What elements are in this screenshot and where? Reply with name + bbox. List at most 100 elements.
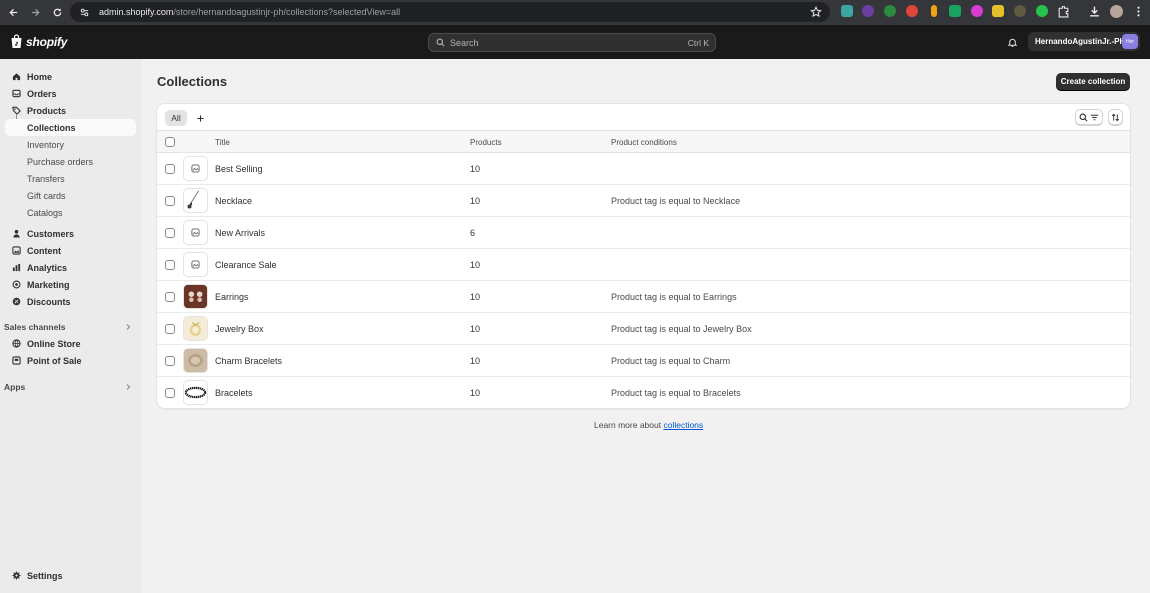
row-checkbox[interactable]	[165, 292, 175, 302]
extension-icon[interactable]	[971, 5, 983, 17]
jewelry-box-image	[184, 317, 207, 340]
page-title: Collections	[157, 74, 228, 89]
column-header-products[interactable]: Products	[470, 138, 502, 147]
account-menu-button[interactable]: HernandoAgustinJr.-PH Her	[1028, 32, 1140, 51]
collection-title[interactable]: Bracelets	[215, 388, 253, 398]
sidebar-item-online-store[interactable]: Online Store	[5, 335, 136, 352]
sidebar-item-collections[interactable]: Collections	[5, 119, 136, 136]
tab-all[interactable]: All	[165, 110, 187, 126]
row-checkbox[interactable]	[165, 260, 175, 270]
profile-avatar-icon[interactable]	[1110, 5, 1123, 18]
sidebar-item-gift-cards[interactable]: Gift cards	[5, 187, 136, 204]
sidebar-item-label: Settings	[27, 571, 63, 581]
select-all-checkbox[interactable]	[165, 137, 175, 147]
extension-icon[interactable]	[1036, 5, 1048, 17]
row-checkbox[interactable]	[165, 356, 175, 366]
table-row[interactable]: Charm Bracelets 10 Product tag is equal …	[157, 345, 1130, 377]
url-text: admin.shopify.com/store/hernandoagustinj…	[99, 7, 401, 17]
row-checkbox[interactable]	[165, 228, 175, 238]
table-row[interactable]: Jewelry Box 10 Product tag is equal to J…	[157, 313, 1130, 345]
collection-thumbnail	[183, 284, 208, 309]
orders-icon	[12, 89, 21, 98]
sort-button[interactable]	[1108, 109, 1123, 125]
table-row[interactable]: Necklace 10 Product tag is equal to Neck…	[157, 185, 1130, 217]
collection-title[interactable]: Earrings	[215, 292, 249, 302]
sidebar-item-content[interactable]: Content	[5, 242, 136, 259]
table-row[interactable]: Earrings 10 Product tag is equal to Earr…	[157, 281, 1130, 313]
table-row[interactable]: Bracelets 10 Product tag is equal to Bra…	[157, 377, 1130, 408]
collection-thumbnail	[183, 380, 208, 405]
filter-lines-icon	[1090, 114, 1099, 120]
sidebar-item-orders[interactable]: Orders	[5, 85, 136, 102]
extension-icon[interactable]	[949, 5, 961, 17]
table-row[interactable]: New Arrivals 6	[157, 217, 1130, 249]
sidebar-nav: Home Orders Products Collections Invento…	[0, 59, 142, 593]
row-checkbox[interactable]	[165, 164, 175, 174]
sidebar-item-analytics[interactable]: Analytics	[5, 259, 136, 276]
menu-dots-icon[interactable]	[1132, 5, 1145, 18]
sidebar-item-settings[interactable]: Settings	[5, 567, 136, 584]
extension-icon[interactable]	[906, 5, 918, 17]
sidebar-item-transfers[interactable]: Transfers	[5, 170, 136, 187]
extensions-puzzle-icon[interactable]	[1057, 5, 1070, 18]
table-row[interactable]: Clearance Sale 10	[157, 249, 1130, 281]
collections-help-link[interactable]: collections	[663, 420, 703, 430]
address-bar[interactable]: admin.shopify.com/store/hernandoagustinj…	[70, 2, 830, 22]
sidebar-item-discounts[interactable]: Discounts	[5, 293, 136, 310]
add-view-plus-icon[interactable]	[194, 111, 206, 125]
sort-icon	[1111, 113, 1120, 121]
forward-icon[interactable]	[28, 6, 42, 20]
extension-icon[interactable]	[884, 5, 896, 17]
shopify-logo[interactable]: shopify	[10, 34, 67, 49]
collection-title[interactable]: Clearance Sale	[215, 260, 277, 270]
extension-icon[interactable]	[862, 5, 874, 17]
sidebar-item-marketing[interactable]: Marketing	[5, 276, 136, 293]
sidebar-item-inventory[interactable]: Inventory	[5, 136, 136, 153]
shopify-wordmark: shopify	[26, 34, 68, 49]
bookmark-star-icon[interactable]	[810, 6, 822, 18]
sidebar-item-purchase-orders[interactable]: Purchase orders	[5, 153, 136, 170]
search-filter-button[interactable]	[1075, 109, 1103, 125]
extension-icon[interactable]	[992, 5, 1004, 17]
table-row[interactable]: Best Selling 10	[157, 153, 1130, 185]
sidebar-item-customers[interactable]: Customers	[5, 225, 136, 242]
shopify-bag-icon	[11, 34, 22, 48]
row-checkbox[interactable]	[165, 324, 175, 334]
chevron-right-icon	[126, 324, 131, 330]
apps-header[interactable]: Apps	[4, 382, 134, 396]
site-info-icon[interactable]	[78, 6, 90, 18]
row-checkbox[interactable]	[165, 196, 175, 206]
collection-title[interactable]: Best Selling	[215, 164, 263, 174]
column-header-title[interactable]: Title	[215, 138, 230, 147]
create-collection-button[interactable]: Create collection	[1056, 73, 1130, 90]
extension-icon[interactable]	[931, 5, 937, 17]
back-icon[interactable]	[6, 6, 20, 20]
collection-title[interactable]: Jewelry Box	[215, 324, 264, 334]
global-search-input[interactable]: Search Ctrl K	[428, 33, 716, 52]
section-label: Apps	[4, 382, 26, 392]
chevron-right-icon	[126, 384, 131, 390]
extension-icon[interactable]	[841, 5, 853, 17]
section-label: Sales channels	[4, 322, 66, 332]
row-checkbox[interactable]	[165, 388, 175, 398]
sidebar-item-point-of-sale[interactable]: Point of Sale	[5, 352, 136, 369]
sidebar-item-products[interactable]: Products	[5, 102, 136, 119]
collection-title[interactable]: Necklace	[215, 196, 252, 206]
sidebar-item-catalogs[interactable]: Catalogs	[5, 204, 136, 221]
sidebar-item-home[interactable]: Home	[5, 68, 136, 85]
collection-title[interactable]: Charm Bracelets	[215, 356, 282, 366]
discount-icon	[12, 297, 21, 306]
reload-icon[interactable]	[50, 6, 64, 20]
collection-title[interactable]: New Arrivals	[215, 228, 265, 238]
sidebar-item-label: Analytics	[27, 263, 68, 273]
sales-channels-header[interactable]: Sales channels	[4, 322, 134, 336]
store-icon	[12, 339, 21, 348]
product-conditions: Product tag is equal to Bracelets	[611, 388, 741, 398]
notifications-bell-icon[interactable]	[1003, 34, 1021, 50]
extension-icon[interactable]	[1014, 5, 1026, 17]
sidebar-item-label: Collections	[27, 123, 76, 133]
browser-toolbar: admin.shopify.com/store/hernandoagustinj…	[0, 0, 1150, 25]
download-icon[interactable]	[1088, 5, 1101, 18]
product-count: 10	[470, 356, 481, 366]
sidebar-item-label: Marketing	[27, 280, 70, 290]
